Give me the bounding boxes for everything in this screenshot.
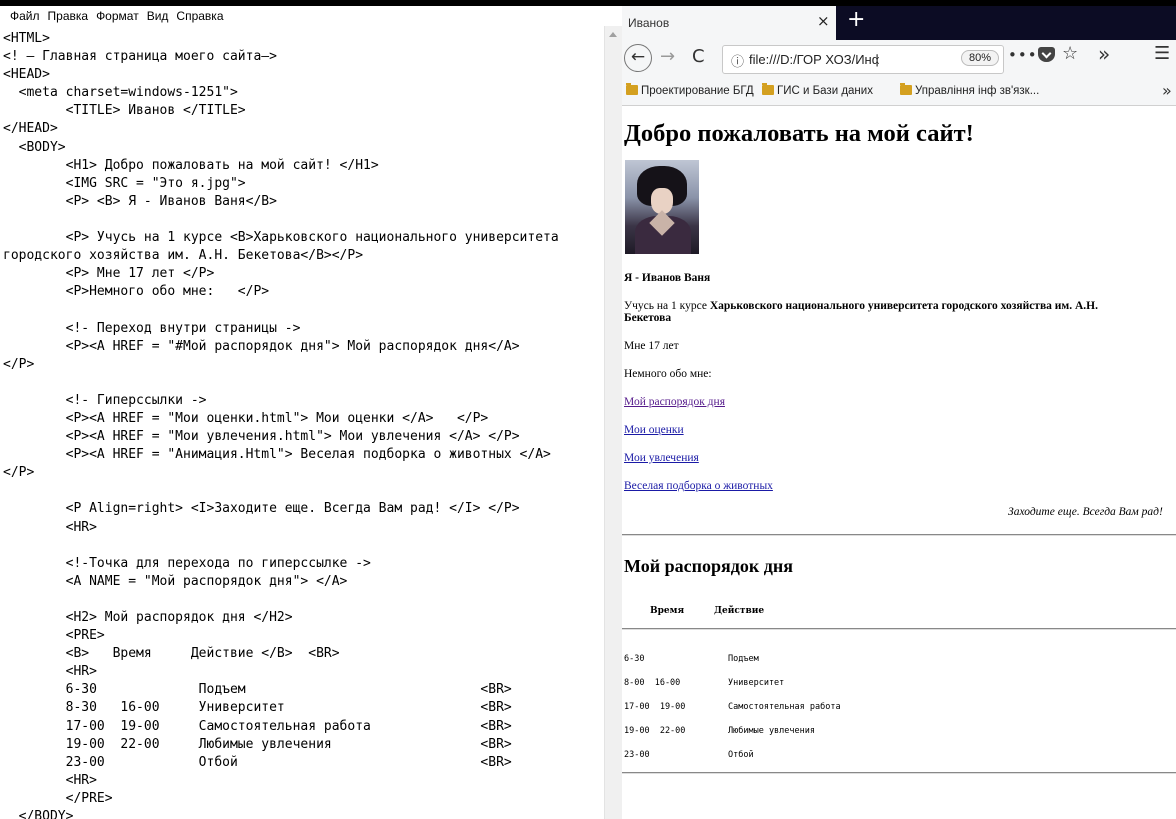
url-text[interactable]: file:///D:/ГОР ХОЗ/Информ — [749, 52, 879, 67]
schedule-row: 17-00 19-00 Самостоятельная работа — [624, 702, 841, 712]
hamburger-menu-icon[interactable]: ☰ — [1154, 43, 1170, 64]
schedule-heading: Мой распорядок дня — [624, 556, 793, 576]
page-actions-icon[interactable]: ••• — [1008, 46, 1038, 64]
study-text: Учусь на 1 курсе Харьковского национальн… — [624, 300, 1098, 312]
vertical-scrollbar[interactable] — [604, 26, 622, 819]
schedule-action: Подъем — [728, 654, 759, 664]
schedule-action: Университет — [728, 678, 785, 688]
menu-help[interactable]: Справка — [172, 9, 227, 23]
bookmark-folder-upravlinnya[interactable]: Управління інф зв'язк... — [900, 83, 1039, 97]
divider — [622, 628, 1176, 630]
info-icon[interactable]: ⓘ — [731, 51, 744, 70]
overflow-menu-icon[interactable]: » — [1098, 42, 1110, 66]
schedule-header-action: Действие — [714, 606, 765, 616]
bookmark-folder-bgd[interactable]: Проектирование БГД — [626, 83, 754, 97]
schedule-header: Время Действие — [650, 606, 764, 616]
menu-format[interactable]: Формат — [92, 9, 143, 23]
schedule-header-time: Время — [650, 606, 685, 616]
schedule-time: 17-00 19-00 — [624, 702, 686, 712]
menu-view[interactable]: Вид — [143, 9, 173, 23]
tab-bar: Иванов × + — [622, 6, 1176, 40]
navigation-toolbar: ← → C ⓘ file:///D:/ГОР ХОЗ/Информ 80% ••… — [622, 40, 1176, 80]
schedule-row: 6-30 Подъем — [624, 654, 759, 664]
pocket-icon[interactable] — [1038, 47, 1055, 62]
schedule-action: Любимые увлечения — [728, 726, 815, 736]
bookmark-folder-gis[interactable]: ГИС и Бази даних — [762, 83, 873, 97]
close-tab-icon[interactable]: × — [817, 12, 830, 30]
link-my-grades[interactable]: Мои оценки — [624, 424, 684, 436]
welcome-text: Заходите еще. Всегда Вам рад! — [1008, 506, 1163, 518]
folder-icon — [626, 83, 638, 95]
age-text: Мне 17 лет — [624, 340, 679, 352]
schedule-action: Отбой — [728, 750, 754, 760]
zoom-level-badge[interactable]: 80% — [961, 50, 1000, 66]
bookmarks-overflow-icon[interactable]: » — [1162, 81, 1172, 100]
name-text: Я - Иванов Ваня — [624, 272, 711, 284]
link-my-hobbies[interactable]: Мои увлечения — [624, 452, 699, 464]
schedule-time: 6-30 — [624, 654, 645, 664]
tab-ivanov[interactable]: Иванов × — [622, 6, 836, 40]
link-hobbies-wrapper: Мои увлечения — [624, 452, 699, 464]
schedule-action: Самостоятельная работа — [728, 702, 841, 712]
about-text: Немного обо мне: — [624, 368, 712, 380]
browser-window: Иванов × + ← → C ⓘ file:///D:/ГОР ХОЗ/Ин… — [622, 0, 1176, 819]
link-my-schedule[interactable]: Мой распорядок дня — [624, 396, 725, 408]
schedule-row: 19-00 22-00 Любимые увлечения — [624, 726, 815, 736]
page-heading: Добро пожаловать на мой сайт! — [624, 120, 974, 147]
notepad-menubar: Файл Правка Формат Вид Справка — [0, 0, 622, 26]
schedule-time: 8-00 16-00 — [624, 678, 681, 688]
schedule-time: 19-00 22-00 — [624, 726, 686, 736]
notepad-text-area[interactable]: <HTML> <! – Главная страница моего сайта… — [0, 26, 604, 819]
link-grades-wrapper: Мои оценки — [624, 424, 684, 436]
link-schedule-wrapper: Мой распорядок дня — [624, 396, 725, 408]
new-tab-button[interactable]: + — [847, 7, 865, 32]
tab-title: Иванов — [628, 16, 670, 30]
divider — [622, 534, 1176, 536]
folder-icon — [900, 83, 912, 95]
back-button[interactable]: ← — [624, 44, 652, 72]
bookmark-star-icon[interactable]: ☆ — [1062, 43, 1078, 64]
folder-icon — [762, 83, 774, 95]
page-content: Добро пожаловать на мой сайт! Я - Иванов… — [622, 106, 1176, 819]
link-animals-wrapper: Веселая подборка о животных — [624, 480, 773, 492]
source-code-text[interactable]: <HTML> <! – Главная страница моего сайта… — [0, 26, 604, 819]
menu-edit[interactable]: Правка — [44, 9, 93, 23]
divider — [622, 772, 1176, 774]
scroll-up-arrow-icon[interactable] — [609, 32, 617, 37]
schedule-row: 23-00 Отбой — [624, 750, 754, 760]
link-animals[interactable]: Веселая подборка о животных — [624, 480, 773, 492]
bookmarks-toolbar: Проектирование БГД ГИС и Бази даних Упра… — [622, 80, 1176, 106]
avatar-image — [625, 160, 699, 254]
study-text-continued: Бекетова — [624, 312, 672, 324]
menu-file[interactable]: Файл — [6, 9, 44, 23]
schedule-time: 23-00 — [624, 750, 650, 760]
schedule-row: 8-00 16-00 Университет — [624, 678, 784, 688]
url-bar[interactable]: ⓘ file:///D:/ГОР ХОЗ/Информ 80% — [722, 45, 1004, 74]
reload-button[interactable]: C — [692, 46, 705, 67]
notepad-window: Файл Правка Формат Вид Справка <HTML> <!… — [0, 0, 622, 819]
forward-button[interactable]: → — [660, 46, 675, 67]
